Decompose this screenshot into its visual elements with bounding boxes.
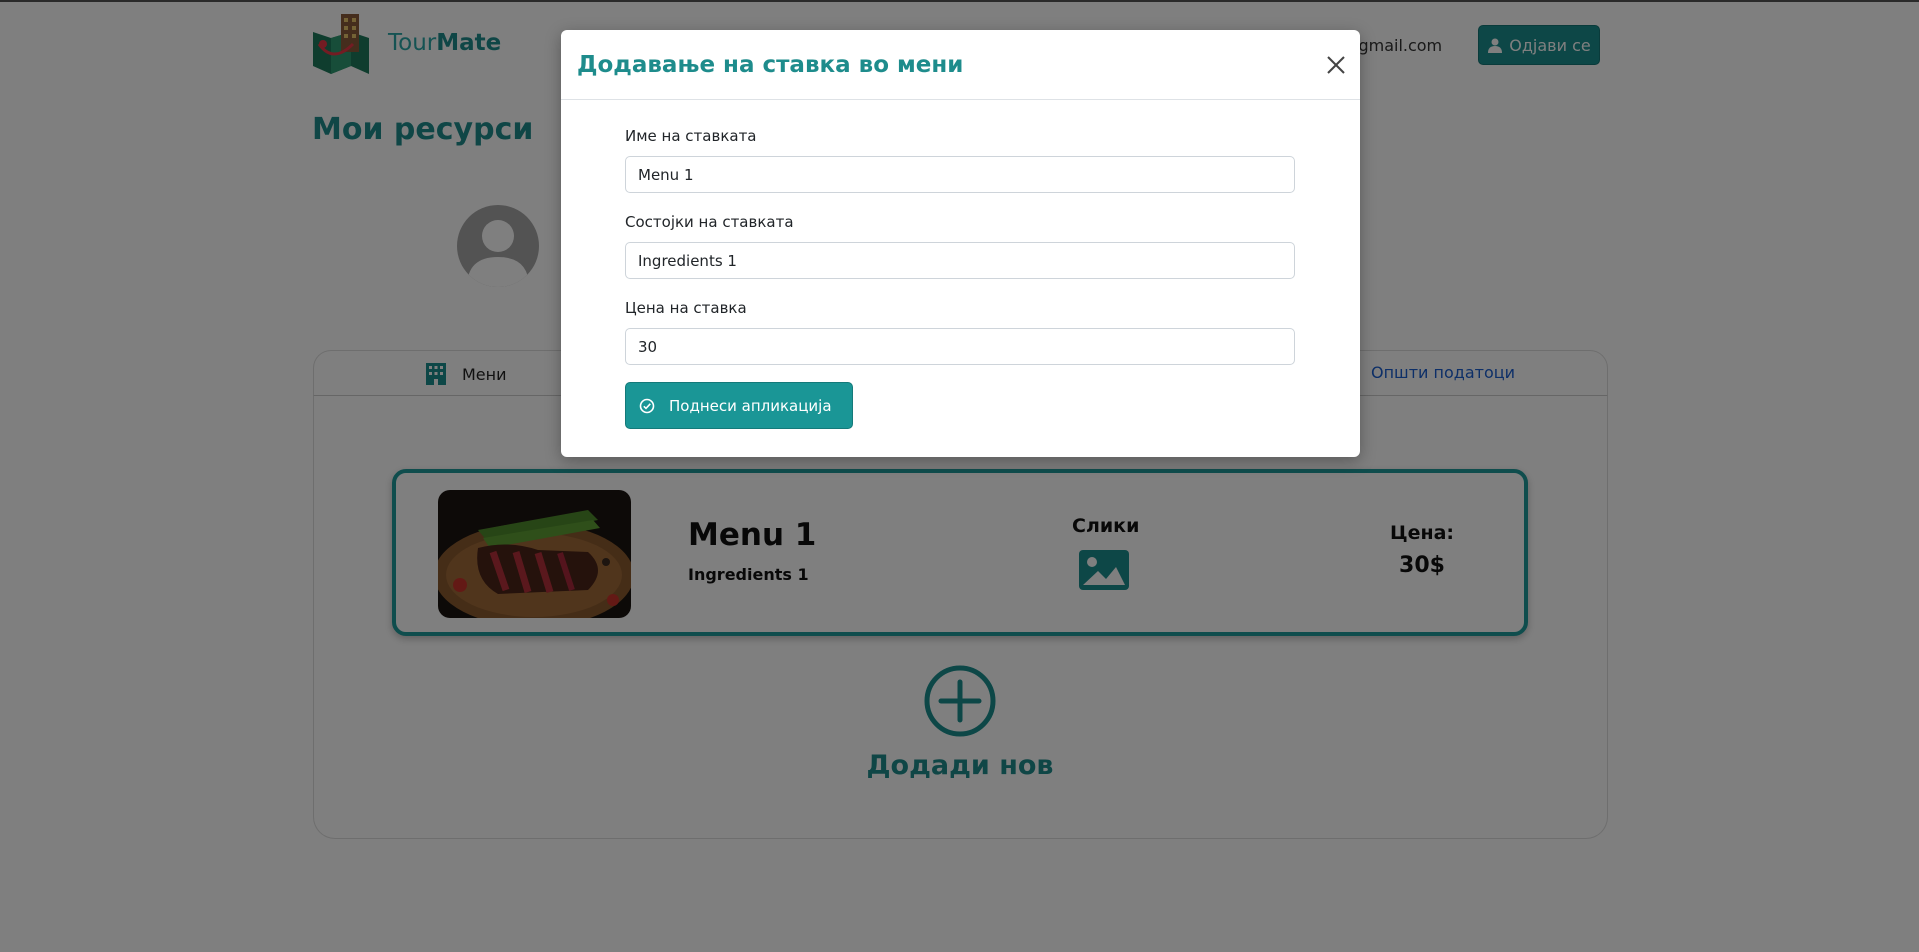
check-circle-icon — [639, 398, 655, 413]
submit-button[interactable]: Поднеси апликација — [625, 382, 853, 429]
submit-label: Поднеси апликација — [669, 396, 832, 415]
close-icon[interactable] — [1323, 52, 1349, 78]
modal-header: Додавање на ставка во мени — [561, 30, 1360, 100]
item-ingredients-input[interactable] — [625, 242, 1295, 279]
item-price-label: Цена на ставка — [625, 299, 747, 317]
item-name-input[interactable] — [625, 156, 1295, 193]
item-ingredients-label: Состојки на ставката — [625, 213, 794, 231]
modal-title: Додавање на ставка во мени — [577, 52, 964, 78]
item-name-label: Име на ставката — [625, 127, 757, 145]
add-menu-item-modal: Додавање на ставка во мени Име на ставка… — [561, 30, 1360, 457]
item-price-input[interactable] — [625, 328, 1295, 365]
